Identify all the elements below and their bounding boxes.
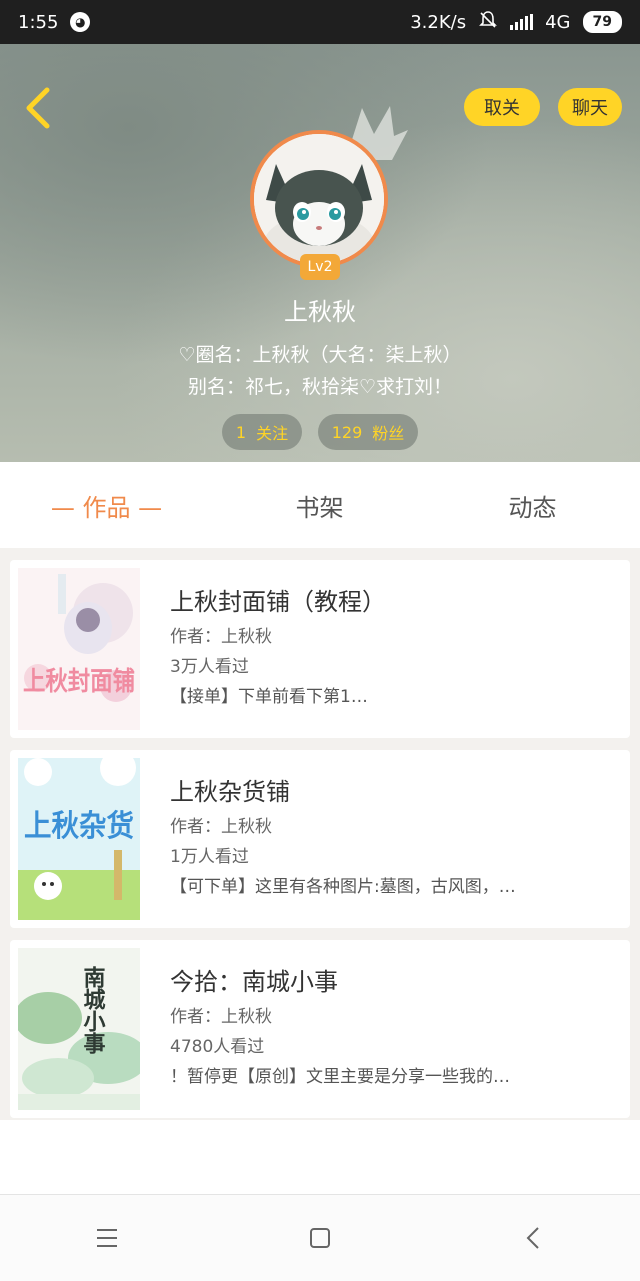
fans-label: 粉丝 xyxy=(372,424,405,443)
battery-icon: 79 xyxy=(582,11,622,33)
following-stat[interactable]: 1 关注 xyxy=(222,414,302,450)
book-title: 上秋杂货铺 xyxy=(170,778,290,806)
bio-line-1: ♡圈名：上秋秋（大名：柒上秋） xyxy=(178,344,462,366)
list-item[interactable]: 上秋杂货 上秋杂货铺 作者：上秋秋 1万人看过 【可下单】这里有各种图片:墓图，… xyxy=(10,750,630,928)
home-square-icon xyxy=(309,1228,330,1248)
book-views: 1万人看过 xyxy=(170,847,249,867)
profile-tabs: — 作品 — 书架 动态 xyxy=(0,462,640,548)
cover-3-text: 南城小事 xyxy=(80,966,106,1054)
book-author: 作者：上秋秋 xyxy=(170,817,272,837)
book-cover[interactable]: 南城小事 xyxy=(18,948,140,1110)
chevron-left-icon xyxy=(26,87,50,129)
book-description: ！暂停更【原创】文里主要是分享一些我的… xyxy=(170,1067,510,1087)
app-notification-icon: ◕ xyxy=(70,12,91,32)
system-nav-bar xyxy=(0,1194,640,1281)
cover-1-text: 上秋封面铺 xyxy=(23,667,135,697)
cover-art-2: 上秋杂货 xyxy=(18,758,140,920)
status-bar: 1:55 ◕ 3.2K/s 4G 79 xyxy=(0,0,640,44)
following-count: 1 xyxy=(235,422,247,442)
network-type: 4G xyxy=(545,11,571,33)
book-cover[interactable]: 上秋杂货 xyxy=(18,758,140,920)
works-list: 上秋封面铺 上秋封面铺（教程） 作者：上秋秋 3万人看过 【接单】下单前看下第1… xyxy=(0,548,640,1120)
home-button[interactable] xyxy=(290,1218,350,1258)
chat-button[interactable]: 聊天 xyxy=(558,88,622,126)
tab-activity[interactable]: 动态 xyxy=(426,488,639,523)
list-item[interactable]: 上秋封面铺 上秋封面铺（教程） 作者：上秋秋 3万人看过 【接单】下单前看下第1… xyxy=(10,560,630,738)
status-time: 1:55 xyxy=(18,11,59,33)
book-views: 3万人看过 xyxy=(170,657,249,677)
level-badge: Lv2 xyxy=(300,254,340,280)
cover-art-1: 上秋封面铺 xyxy=(18,568,140,730)
book-title: 今拾：南城小事 xyxy=(170,968,338,996)
menu-button[interactable] xyxy=(77,1218,137,1258)
avatar[interactable] xyxy=(250,130,388,268)
book-cover[interactable]: 上秋封面铺 xyxy=(18,568,140,730)
following-label: 关注 xyxy=(256,424,289,443)
mute-bell-icon xyxy=(478,10,498,35)
book-author: 作者：上秋秋 xyxy=(170,627,272,647)
book-title: 上秋封面铺（教程） xyxy=(170,588,386,616)
system-back-button[interactable] xyxy=(503,1218,563,1258)
cat-avatar-icon xyxy=(254,134,384,264)
unfollow-button[interactable]: 取关 xyxy=(464,88,540,126)
network-speed: 3.2K/s xyxy=(410,11,467,33)
username: 上秋秋 xyxy=(284,298,356,326)
tab-works[interactable]: — 作品 — xyxy=(0,488,213,523)
profile-header: 取关 聊天 Lv2 上秋秋 ♡圈名：上秋秋（大名：柒上秋） 别名：祁七，秋拾柒♡… xyxy=(0,44,640,462)
tab-bookshelf[interactable]: 书架 xyxy=(213,488,426,523)
fans-count: 129 xyxy=(331,422,363,442)
book-author: 作者：上秋秋 xyxy=(170,1007,272,1027)
back-button[interactable] xyxy=(18,84,58,132)
book-description: 【接单】下单前看下第1… xyxy=(170,687,368,707)
fans-stat[interactable]: 129 粉丝 xyxy=(318,414,418,450)
menu-icon xyxy=(96,1229,117,1247)
empty-space xyxy=(0,1120,640,1194)
battery-level: 79 xyxy=(592,14,612,30)
book-description: 【可下单】这里有各种图片:墓图，古风图，… xyxy=(170,877,516,897)
bio-line-2: 别名：祁七，秋拾柒♡求打刘！ xyxy=(187,376,453,398)
back-arrow-icon xyxy=(526,1227,540,1249)
signal-icon xyxy=(510,14,534,30)
cover-2-text: 上秋杂货 xyxy=(24,809,134,844)
book-views: 4780人看过 xyxy=(170,1037,265,1057)
list-item[interactable]: 南城小事 今拾：南城小事 作者：上秋秋 4780人看过 ！暂停更【原创】文里主要… xyxy=(10,940,630,1118)
cover-art-3: 南城小事 xyxy=(18,948,140,1110)
